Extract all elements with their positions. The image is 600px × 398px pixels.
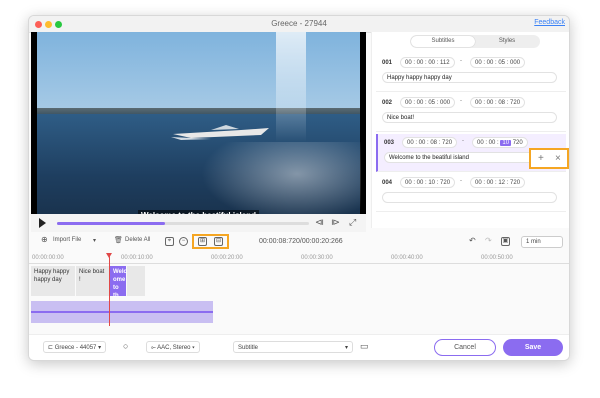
previous-frame-icon[interactable]: ⧏ xyxy=(315,217,324,228)
subtitle-panel: Subtitles Styles 001 00 : 00 : 00 : 112 … xyxy=(371,32,569,228)
subtitle-number: 004 xyxy=(382,180,393,186)
app-window: Greece - 27944 Feedback Welcome to the b… xyxy=(28,15,570,361)
undo-icon[interactable]: ↶ xyxy=(469,236,476,245)
panel-tabs: Subtitles Styles xyxy=(410,35,540,48)
waveform-line xyxy=(31,311,213,313)
speedboat-image xyxy=(171,125,269,140)
player-controls: ⧏ ⧐ ⤢ xyxy=(31,214,366,232)
delete-subtitle-icon[interactable]: × xyxy=(555,153,561,164)
window-title: Greece - 27944 xyxy=(271,19,327,28)
video-sky xyxy=(37,32,360,114)
ruler-tick: 00:00:40:00 xyxy=(391,255,423,261)
subtitle-text-field[interactable] xyxy=(382,192,557,203)
audio-track-name: AAC, Stereo xyxy=(157,345,191,351)
progress-fill xyxy=(57,222,166,225)
play-icon[interactable] xyxy=(39,218,46,228)
start-time-field[interactable]: 00 : 00 : 00 : 112 xyxy=(400,57,455,68)
trash-icon[interactable]: 🗑 xyxy=(114,236,123,244)
zoom-select[interactable]: 1 min xyxy=(521,236,563,248)
end-time-suffix: 720 xyxy=(512,140,523,146)
search-icon[interactable]: ○ xyxy=(123,341,128,351)
subtitle-number: 003 xyxy=(384,140,395,146)
ruler-tick: 00:00:20:00 xyxy=(211,255,243,261)
ruler-tick: 00:00:00:00 xyxy=(32,255,64,261)
dropdown-chevron-icon[interactable]: ▾ xyxy=(93,237,96,244)
subtitle-track-select[interactable]: Subtitle ▾ xyxy=(233,341,353,353)
time-separator: - xyxy=(460,98,462,104)
end-time-field[interactable]: 00 : 00 : 05 : 000 xyxy=(470,57,526,68)
subtitle-block-selected[interactable]: Welc ome to th xyxy=(110,266,127,299)
timeline-actions-highlight xyxy=(192,234,229,249)
fullscreen-icon[interactable]: ⤢ xyxy=(349,217,356,228)
project-select[interactable]: ⊏ Greece - 44057 ▾ xyxy=(43,341,107,353)
add-circle-icon[interactable]: ⊕ xyxy=(41,235,48,244)
subtitle-item[interactable]: 002 00 : 00 : 05 : 000 - 00 : 00 : 08 : … xyxy=(376,94,566,132)
video-preview[interactable]: Welcome to the beatiful island xyxy=(31,32,366,228)
subtitle-text-field[interactable]: Happy happy happy day xyxy=(382,72,557,83)
redo-icon[interactable]: ↷ xyxy=(485,236,492,245)
audio-track-select[interactable]: ⟜ AAC, Stereo ▾ xyxy=(146,341,200,353)
feedback-link[interactable]: Feedback xyxy=(534,19,565,26)
import-file-button[interactable]: Import File xyxy=(53,237,81,243)
ruler-tick: 00:00:10:00 xyxy=(121,255,153,261)
audio-waveform[interactable] xyxy=(31,301,213,323)
zoom-out-icon[interactable]: − xyxy=(179,237,188,246)
end-time-prefix: 00 : 00 : xyxy=(477,140,499,146)
add-subtitle-icon[interactable]: + xyxy=(538,153,544,164)
ruler-tick: 00:00:50:00 xyxy=(481,255,513,261)
fit-icon[interactable]: ⌖ xyxy=(165,237,174,246)
subtitle-number: 001 xyxy=(382,60,393,66)
subtitle-item[interactable]: 001 00 : 00 : 00 : 112 - 00 : 00 : 05 : … xyxy=(376,54,566,92)
playhead[interactable] xyxy=(106,253,112,326)
cancel-button[interactable]: Cancel xyxy=(434,339,496,356)
folder-icon[interactable]: ▭ xyxy=(360,341,369,352)
subtitle-block[interactable]: Nice boat ! xyxy=(76,266,109,296)
end-time-field[interactable]: 00 : 00 : 10 720 xyxy=(472,137,528,148)
tab-subtitles[interactable]: Subtitles xyxy=(411,36,475,47)
end-time-field[interactable]: 00 : 00 : 12 : 720 xyxy=(470,177,526,188)
time-separator: - xyxy=(462,138,464,144)
start-time-field[interactable]: 00 : 00 : 05 : 000 xyxy=(400,97,456,108)
subtitle-track-name: Subtitle xyxy=(238,345,259,351)
subtitle-number: 002 xyxy=(382,100,393,106)
title-bar: Greece - 27944 Feedback xyxy=(29,16,569,33)
export-icon[interactable]: ▣ xyxy=(501,237,510,246)
time-separator: - xyxy=(460,58,462,64)
start-time-field[interactable]: 00 : 00 : 10 : 720 xyxy=(400,177,456,188)
start-time-field[interactable]: 00 : 00 : 08 : 720 xyxy=(402,137,458,148)
subtitle-block[interactable]: Happy happy happy day xyxy=(31,266,75,296)
bottom-bar: ⊏ Greece - 44057 ▾ ○ ⟜ AAC, Stereo ▾ Sub… xyxy=(29,334,569,360)
timeline-toolbar: ⊕ Import File ▾ 🗑 Delete All ⌖ − ⊞ ⊟ 00:… xyxy=(29,233,569,251)
progress-track[interactable] xyxy=(57,222,309,225)
ruler-tick: 00:00:30:00 xyxy=(301,255,333,261)
project-name: Greece - 44057 xyxy=(54,345,97,351)
save-button[interactable]: Save xyxy=(503,339,563,356)
end-time-field[interactable]: 00 : 00 : 08 : 720 xyxy=(470,97,526,108)
subtitle-block-empty[interactable] xyxy=(127,266,145,296)
subtitle-actions-highlight: + × xyxy=(529,148,569,169)
current-time-readout: 00:00:08:720/00:00:20:266 xyxy=(259,238,343,245)
subtitle-text-field[interactable]: Nice boat! xyxy=(382,112,557,123)
delete-all-button[interactable]: Delete All xyxy=(125,237,150,243)
next-frame-icon[interactable]: ⧐ xyxy=(331,217,340,228)
time-separator: - xyxy=(460,178,462,184)
video-glare xyxy=(276,32,306,142)
subtitle-item[interactable]: 004 00 : 00 : 10 : 720 - 00 : 00 : 12 : … xyxy=(376,174,566,212)
end-time-seconds-highlight[interactable]: 10 xyxy=(500,140,512,146)
tab-styles[interactable]: Styles xyxy=(475,36,539,47)
